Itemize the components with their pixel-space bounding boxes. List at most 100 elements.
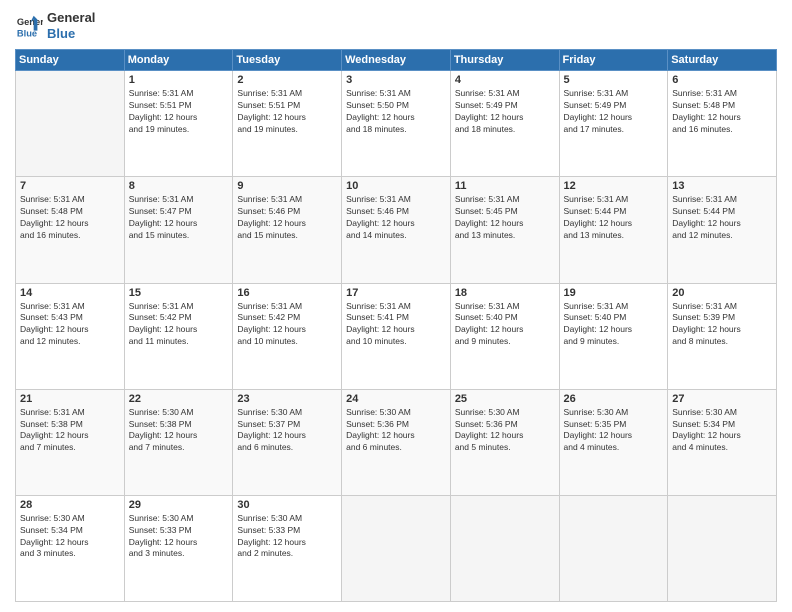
day-number: 25: [455, 393, 555, 405]
calendar-cell: 6 Sunrise: 5:31 AMSunset: 5:48 PMDaylight…: [668, 71, 777, 177]
day-number: 15: [129, 287, 229, 299]
day-number: 3: [346, 74, 446, 86]
day-number: 17: [346, 287, 446, 299]
calendar-cell: 28Sunrise: 5:30 AMSunset: 5:34 PMDayligh…: [16, 495, 125, 601]
day-info: Sunrise: 5:31 AMSunset: 5:48 PMDaylight:…: [20, 194, 120, 242]
calendar-cell: 3 Sunrise: 5:31 AMSunset: 5:50 PMDaylight…: [342, 71, 451, 177]
week-row-1: 1 Sunrise: 5:31 AMSunset: 5:51 PMDaylight…: [16, 71, 777, 177]
column-header-sunday: Sunday: [16, 50, 125, 71]
calendar-cell: 23 Sunrise: 5:30 AMSunset: 5:37 PMDayligh…: [233, 389, 342, 495]
day-number: 13: [672, 180, 772, 192]
column-header-tuesday: Tuesday: [233, 50, 342, 71]
day-info: Sunrise: 5:31 AMSunset: 5:49 PMDaylight:…: [564, 88, 664, 136]
day-info: Sunrise: 5:31 AMSunset: 5:51 PMDaylight:…: [129, 88, 229, 136]
week-row-3: 14 Sunrise: 5:31 AMSunset: 5:43 PMDayligh…: [16, 283, 777, 389]
calendar-cell: 12 Sunrise: 5:31 AMSunset: 5:44 PMDayligh…: [559, 177, 668, 283]
day-info: Sunrise: 5:31 AMSunset: 5:39 PMDaylight:…: [672, 301, 772, 349]
calendar-cell: 17 Sunrise: 5:31 AMSunset: 5:41 PMDayligh…: [342, 283, 451, 389]
calendar-cell: [342, 495, 451, 601]
calendar-cell: 8 Sunrise: 5:31 AMSunset: 5:47 PMDaylight…: [124, 177, 233, 283]
calendar-cell: 7 Sunrise: 5:31 AMSunset: 5:48 PMDaylight…: [16, 177, 125, 283]
day-info: Sunrise: 5:31 AMSunset: 5:40 PMDaylight:…: [564, 301, 664, 349]
calendar-cell: 19 Sunrise: 5:31 AMSunset: 5:40 PMDayligh…: [559, 283, 668, 389]
day-info: Sunrise: 5:31 AMSunset: 5:40 PMDaylight:…: [455, 301, 555, 349]
day-number: 18: [455, 287, 555, 299]
week-row-4: 21Sunrise: 5:31 AMSunset: 5:38 PMDayligh…: [16, 389, 777, 495]
day-number: 29: [129, 499, 229, 511]
day-number: 11: [455, 180, 555, 192]
day-info: Sunrise: 5:30 AMSunset: 5:37 PMDaylight:…: [237, 407, 337, 455]
calendar-cell: 10 Sunrise: 5:31 AMSunset: 5:46 PMDayligh…: [342, 177, 451, 283]
calendar-cell: 29 Sunrise: 5:30 AMSunset: 5:33 PMDayligh…: [124, 495, 233, 601]
column-header-wednesday: Wednesday: [342, 50, 451, 71]
day-number: 8: [129, 180, 229, 192]
day-info: Sunrise: 5:30 AMSunset: 5:33 PMDaylight:…: [237, 513, 337, 561]
day-number: 5: [564, 74, 664, 86]
week-row-5: 28Sunrise: 5:30 AMSunset: 5:34 PMDayligh…: [16, 495, 777, 601]
day-info: Sunrise: 5:31 AMSunset: 5:46 PMDaylight:…: [237, 194, 337, 242]
calendar-cell: 24 Sunrise: 5:30 AMSunset: 5:36 PMDayligh…: [342, 389, 451, 495]
day-info: Sunrise: 5:30 AMSunset: 5:35 PMDaylight:…: [564, 407, 664, 455]
calendar-cell: [668, 495, 777, 601]
day-number: 16: [237, 287, 337, 299]
calendar-cell: 27Sunrise: 5:30 AMSunset: 5:34 PMDayligh…: [668, 389, 777, 495]
day-number: 20: [672, 287, 772, 299]
calendar-cell: 26 Sunrise: 5:30 AMSunset: 5:35 PMDayligh…: [559, 389, 668, 495]
day-number: 24: [346, 393, 446, 405]
day-info: Sunrise: 5:31 AMSunset: 5:44 PMDaylight:…: [564, 194, 664, 242]
day-info: Sunrise: 5:31 AMSunset: 5:44 PMDaylight:…: [672, 194, 772, 242]
calendar-cell: 13 Sunrise: 5:31 AMSunset: 5:44 PMDayligh…: [668, 177, 777, 283]
logo: General Blue General Blue: [15, 10, 95, 41]
day-number: 19: [564, 287, 664, 299]
week-row-2: 7 Sunrise: 5:31 AMSunset: 5:48 PMDaylight…: [16, 177, 777, 283]
calendar-cell: 16 Sunrise: 5:31 AMSunset: 5:42 PMDayligh…: [233, 283, 342, 389]
svg-text:General: General: [17, 17, 43, 27]
calendar-cell: 5 Sunrise: 5:31 AMSunset: 5:49 PMDaylight…: [559, 71, 668, 177]
day-number: 14: [20, 287, 120, 299]
day-info: Sunrise: 5:31 AMSunset: 5:51 PMDaylight:…: [237, 88, 337, 136]
day-info: Sunrise: 5:31 AMSunset: 5:48 PMDaylight:…: [672, 88, 772, 136]
day-number: 6: [672, 74, 772, 86]
day-number: 1: [129, 74, 229, 86]
calendar-cell: 18 Sunrise: 5:31 AMSunset: 5:40 PMDayligh…: [450, 283, 559, 389]
day-info: Sunrise: 5:31 AMSunset: 5:49 PMDaylight:…: [455, 88, 555, 136]
day-number: 23: [237, 393, 337, 405]
day-info: Sunrise: 5:31 AMSunset: 5:47 PMDaylight:…: [129, 194, 229, 242]
day-info: Sunrise: 5:31 AMSunset: 5:38 PMDaylight:…: [20, 407, 120, 455]
calendar-cell: [559, 495, 668, 601]
calendar-cell: 2 Sunrise: 5:31 AMSunset: 5:51 PMDaylight…: [233, 71, 342, 177]
day-number: 26: [564, 393, 664, 405]
day-info: Sunrise: 5:31 AMSunset: 5:50 PMDaylight:…: [346, 88, 446, 136]
calendar-cell: 20 Sunrise: 5:31 AMSunset: 5:39 PMDayligh…: [668, 283, 777, 389]
calendar-cell: 4 Sunrise: 5:31 AMSunset: 5:49 PMDaylight…: [450, 71, 559, 177]
day-number: 7: [20, 180, 120, 192]
day-info: Sunrise: 5:31 AMSunset: 5:41 PMDaylight:…: [346, 301, 446, 349]
day-number: 30: [237, 499, 337, 511]
calendar-cell: 15Sunrise: 5:31 AMSunset: 5:42 PMDayligh…: [124, 283, 233, 389]
calendar: SundayMondayTuesdayWednesdayThursdayFrid…: [15, 49, 777, 602]
day-number: 12: [564, 180, 664, 192]
day-number: 28: [20, 499, 120, 511]
day-info: Sunrise: 5:31 AMSunset: 5:45 PMDaylight:…: [455, 194, 555, 242]
calendar-cell: 21Sunrise: 5:31 AMSunset: 5:38 PMDayligh…: [16, 389, 125, 495]
day-info: Sunrise: 5:30 AMSunset: 5:36 PMDaylight:…: [346, 407, 446, 455]
day-number: 2: [237, 74, 337, 86]
day-info: Sunrise: 5:31 AMSunset: 5:42 PMDaylight:…: [237, 301, 337, 349]
day-info: Sunrise: 5:31 AMSunset: 5:43 PMDaylight:…: [20, 301, 120, 349]
column-header-thursday: Thursday: [450, 50, 559, 71]
calendar-cell: 11 Sunrise: 5:31 AMSunset: 5:45 PMDayligh…: [450, 177, 559, 283]
calendar-cell: 9Sunrise: 5:31 AMSunset: 5:46 PMDaylight…: [233, 177, 342, 283]
day-info: Sunrise: 5:31 AMSunset: 5:46 PMDaylight:…: [346, 194, 446, 242]
calendar-cell: 1 Sunrise: 5:31 AMSunset: 5:51 PMDaylight…: [124, 71, 233, 177]
calendar-cell: 30 Sunrise: 5:30 AMSunset: 5:33 PMDayligh…: [233, 495, 342, 601]
day-number: 4: [455, 74, 555, 86]
day-info: Sunrise: 5:30 AMSunset: 5:36 PMDaylight:…: [455, 407, 555, 455]
day-info: Sunrise: 5:30 AMSunset: 5:33 PMDaylight:…: [129, 513, 229, 561]
day-number: 27: [672, 393, 772, 405]
calendar-cell: [16, 71, 125, 177]
day-number: 22: [129, 393, 229, 405]
day-number: 10: [346, 180, 446, 192]
calendar-cell: 25 Sunrise: 5:30 AMSunset: 5:36 PMDayligh…: [450, 389, 559, 495]
calendar-cell: [450, 495, 559, 601]
calendar-cell: 22Sunrise: 5:30 AMSunset: 5:38 PMDayligh…: [124, 389, 233, 495]
